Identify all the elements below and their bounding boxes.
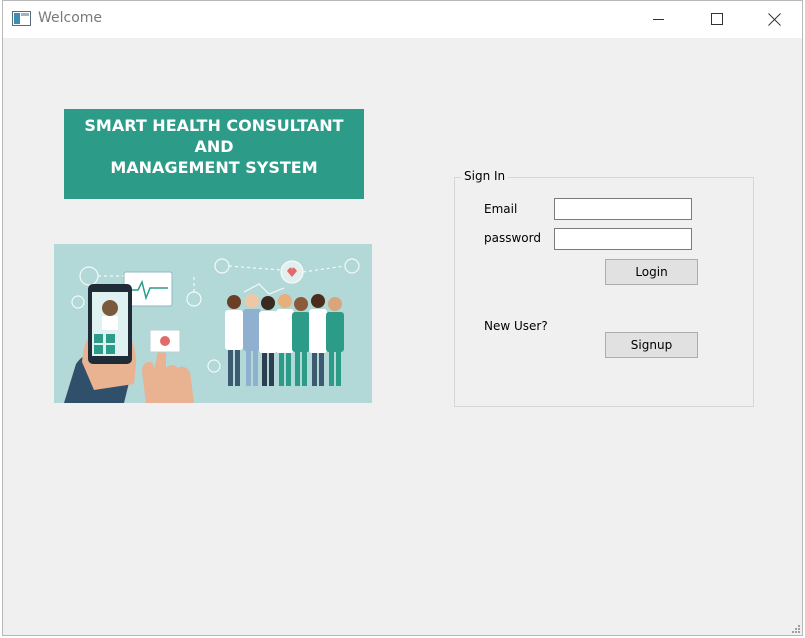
- minimize-button[interactable]: [635, 1, 681, 38]
- new-user-label: New User?: [484, 319, 548, 333]
- banner-line-2: AND: [194, 137, 234, 156]
- window-title: Welcome: [38, 10, 103, 26]
- close-button[interactable]: [751, 1, 797, 38]
- minimize-icon: [653, 19, 664, 20]
- close-icon: [768, 13, 781, 26]
- banner-line-1: SMART HEALTH CONSULTANT: [84, 116, 344, 135]
- email-field[interactable]: [554, 198, 692, 220]
- resize-grip-icon[interactable]: [790, 623, 800, 633]
- password-label: password: [484, 231, 541, 245]
- maximize-button[interactable]: [693, 1, 739, 38]
- sign-in-group-title: Sign In: [461, 169, 509, 183]
- password-field[interactable]: [554, 228, 692, 250]
- doctors-illustration: [54, 244, 372, 403]
- signup-button[interactable]: Signup: [605, 332, 698, 358]
- medical-team-image: [54, 244, 372, 403]
- app-banner: SMART HEALTH CONSULTANT AND MANAGEMENT S…: [64, 109, 364, 199]
- title-bar[interactable]: Welcome: [3, 1, 802, 38]
- app-window-icon: [12, 11, 31, 26]
- main-panel: SMART HEALTH CONSULTANT AND MANAGEMENT S…: [3, 38, 802, 635]
- login-button[interactable]: Login: [605, 259, 698, 285]
- banner-line-3: MANAGEMENT SYSTEM: [110, 158, 318, 177]
- email-label: Email: [484, 202, 518, 216]
- app-window: Welcome SMART HEALTH CONSULTANT AND MANA…: [2, 0, 803, 636]
- maximize-icon: [711, 13, 723, 25]
